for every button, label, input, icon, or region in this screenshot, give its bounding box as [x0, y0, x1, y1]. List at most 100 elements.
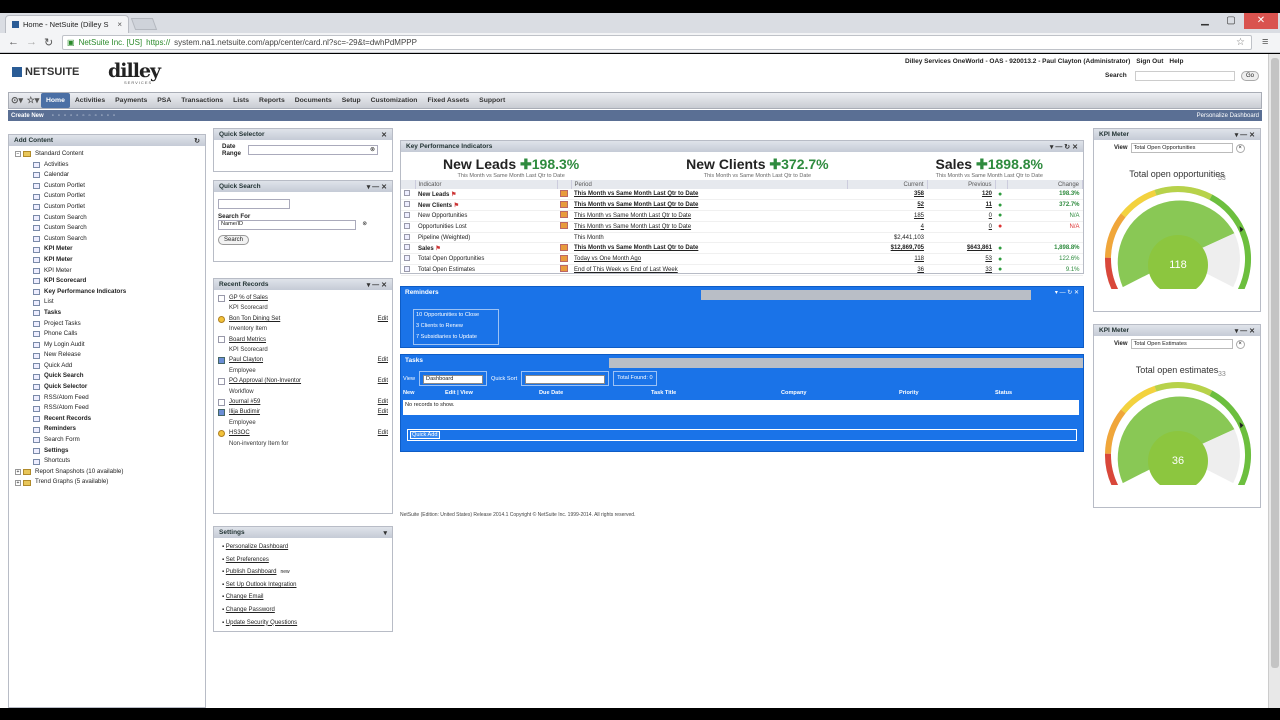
tree-item[interactable]: RSS/Atom Feed — [15, 393, 199, 404]
settings-item[interactable]: ▪ Change Email — [218, 591, 388, 604]
tree-item[interactable]: KPI Meter — [15, 255, 199, 266]
kpi-row[interactable]: Sales ⚑ This Month vs Same Month Last Qtr… — [401, 242, 1083, 255]
tree-item[interactable]: Phone Calls — [15, 329, 199, 340]
settings-item[interactable]: ▪ Update Security Questions — [218, 617, 388, 630]
browser-tab[interactable]: Home - NetSuite (Dilley S × — [5, 15, 129, 33]
settings-link[interactable]: Change Password — [226, 607, 275, 613]
task-column-header[interactable]: Priority — [899, 390, 919, 396]
current-value[interactable]: $12,869,705 — [891, 245, 924, 251]
back-icon[interactable]: ← — [8, 36, 19, 48]
clear-icon[interactable]: ⊗ — [370, 146, 375, 153]
settings-link[interactable]: Update Security Questions — [226, 620, 297, 626]
col-previous[interactable]: Previous — [927, 180, 996, 189]
page-scrollbar[interactable] — [1268, 54, 1280, 708]
tree-item[interactable]: Settings — [15, 446, 199, 457]
tree-root[interactable]: − Standard Content — [15, 149, 199, 160]
tree-item[interactable]: KPI Meter — [15, 244, 199, 255]
recent-icon[interactable]: ⊙▾ — [9, 95, 25, 106]
recent-record-row[interactable]: Ilija Budimir Edit — [218, 407, 388, 417]
current-value[interactable]: 118 — [914, 256, 924, 262]
edit-link[interactable]: Edit — [378, 376, 388, 386]
sign-out-link[interactable]: Sign Out — [1136, 58, 1163, 65]
recent-record-link[interactable]: Paul Clayton — [229, 355, 263, 365]
menu-fixed-assets[interactable]: Fixed Assets — [422, 97, 474, 104]
settings-item[interactable]: ▪ Set Up Outlook Integration — [218, 579, 388, 592]
shortcut-icons[interactable]: ▫▫▫▫▫▫▫▫▫▫▫ — [52, 113, 119, 119]
kpi-row[interactable]: Total Open Estimates End of This Week vs … — [401, 264, 1083, 276]
edit-link[interactable]: Edit — [378, 314, 388, 324]
tree-report-snapshots[interactable]: + Report Snapshots (10 available) — [15, 467, 199, 478]
kpi-row[interactable]: Total Open Opportunities Today vs One Mon… — [401, 253, 1083, 266]
settings-link[interactable]: Publish Dashboard — [226, 569, 277, 575]
settings-link[interactable]: Set Preferences — [226, 557, 269, 563]
quick-add-button[interactable]: Quick Add — [410, 431, 440, 439]
tree-item[interactable]: Quick Search — [15, 371, 199, 382]
view-select[interactable]: Dashboard — [423, 375, 484, 384]
edit-link[interactable]: Edit — [378, 428, 388, 438]
kpi-meter-select[interactable]: Total Open Opportunities — [1130, 143, 1233, 153]
tree-item[interactable]: Custom Search — [15, 234, 199, 245]
task-column-header[interactable]: Due Date — [539, 390, 563, 396]
report-icon[interactable] — [404, 233, 410, 240]
url-field[interactable]: ▣ NetSuite Inc. [US] https:// system.na1… — [62, 35, 1252, 50]
favorites-icon[interactable]: ☆▾ — [25, 95, 41, 106]
new-tab-button[interactable] — [130, 18, 158, 30]
go-button[interactable]: Go — [1241, 71, 1259, 81]
report-icon[interactable] — [404, 222, 410, 229]
kpi-row[interactable]: New Opportunities This Month vs Same Mont… — [401, 210, 1083, 222]
menu-activities[interactable]: Activities — [70, 97, 110, 104]
menu-reports[interactable]: Reports — [254, 97, 290, 104]
personalize-dashboard-link[interactable]: Personalize Dashboard — [1197, 113, 1259, 119]
tree-item[interactable]: Custom Portlet — [15, 202, 199, 213]
recent-record-row[interactable]: HS3OC Edit — [218, 428, 388, 438]
compare-icon[interactable] — [560, 254, 568, 262]
tab-close-icon[interactable]: × — [117, 20, 122, 29]
report-icon[interactable] — [404, 265, 410, 272]
tree-item[interactable]: Shortcuts — [15, 456, 199, 467]
compare-icon[interactable] — [560, 243, 568, 251]
tree-item[interactable]: Quick Add — [15, 361, 199, 372]
settings-item[interactable]: ▪ Publish Dashboard new — [218, 566, 388, 579]
menu-lists[interactable]: Lists — [228, 97, 254, 104]
report-icon[interactable] — [404, 201, 410, 208]
clear-icon[interactable]: ⊗ — [362, 221, 367, 227]
settings-link[interactable]: Personalize Dashboard — [226, 544, 288, 550]
collapse-icon[interactable]: − — [15, 151, 21, 158]
tree-item[interactable]: Custom Portlet — [15, 181, 199, 192]
previous-value[interactable]: 33 — [985, 267, 992, 273]
kpi-row[interactable]: New Leads ⚑ This Month vs Same Month Last… — [401, 189, 1083, 201]
previous-value[interactable]: 0 — [989, 224, 992, 230]
menu-transactions[interactable]: Transactions — [176, 97, 228, 104]
tree-item[interactable]: Quick Selector — [15, 382, 199, 393]
portlet-controls-icon[interactable]: ▾ — ✕ — [1235, 327, 1255, 335]
reminder-item[interactable]: 10 Opportunities to Close — [416, 310, 498, 321]
recent-record-row[interactable]: GP % of Sales — [218, 293, 388, 303]
menu-payments[interactable]: Payments — [110, 97, 152, 104]
close-icon[interactable]: ✕ — [381, 131, 387, 139]
tree-item[interactable]: Tasks — [15, 308, 199, 319]
settings-link[interactable]: Change Email — [226, 594, 264, 600]
company-role[interactable]: Dilley Services OneWorld - OAS - 920013.… — [905, 58, 1130, 65]
tree-item[interactable]: KPI Scorecard — [15, 276, 199, 287]
quick-sort-select[interactable] — [525, 375, 606, 384]
task-column-header[interactable]: Edit | View — [445, 390, 473, 396]
task-column-header[interactable]: Company — [781, 390, 807, 396]
kpi-row[interactable]: Opportunities Lost This Month vs Same Mon… — [401, 221, 1083, 233]
menu-customization[interactable]: Customization — [366, 97, 423, 104]
task-column-header[interactable]: Status — [995, 390, 1012, 396]
current-value[interactable]: 185 — [914, 213, 924, 219]
recent-record-link[interactable]: Board Metrics — [229, 335, 266, 345]
recent-record-row[interactable]: Paul Clayton Edit — [218, 355, 388, 365]
recent-record-row[interactable]: PO Approval (Non-Inventor Edit — [218, 376, 388, 386]
previous-value[interactable]: 53 — [985, 256, 992, 262]
tree-item[interactable]: Reminders — [15, 424, 199, 435]
menu-psa[interactable]: PSA — [152, 97, 176, 104]
portlet-controls-icon[interactable]: ▾ — ↻ ✕ — [1055, 289, 1079, 296]
clear-icon[interactable]: × — [1235, 339, 1245, 349]
reload-icon[interactable]: ↻ — [44, 36, 53, 49]
expand-icon[interactable]: + — [15, 479, 21, 486]
kpi-row[interactable]: New Clients ⚑ This Month vs Same Month La… — [401, 199, 1083, 212]
date-range-select[interactable]: ⊗ — [248, 145, 378, 155]
create-new-link[interactable]: Create New — [11, 113, 44, 119]
task-column-header[interactable]: New — [403, 390, 415, 396]
